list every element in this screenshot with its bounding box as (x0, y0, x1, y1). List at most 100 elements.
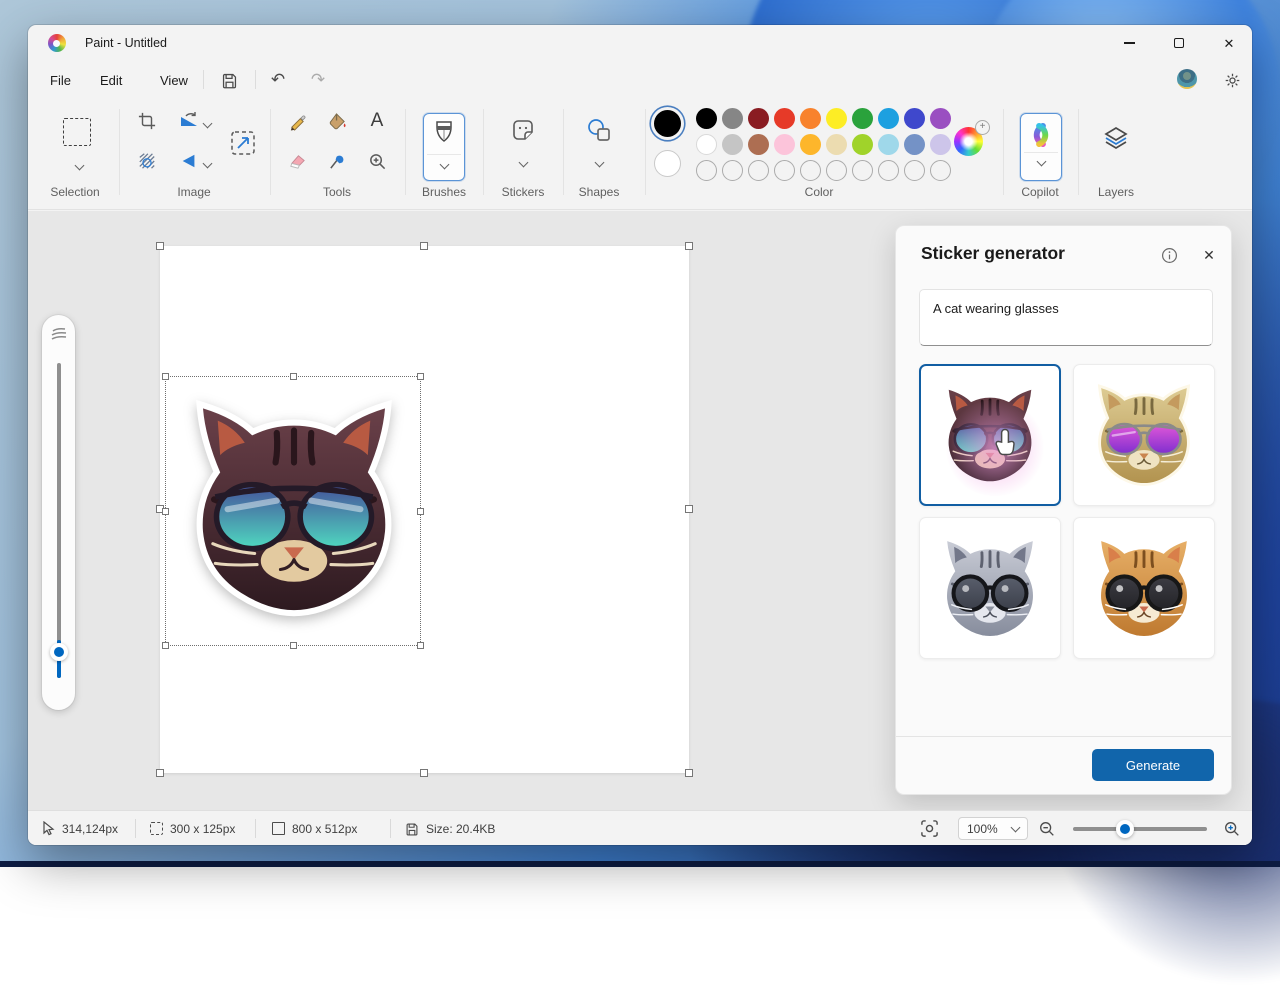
brushes-tool-selected[interactable] (423, 113, 465, 181)
layers-button[interactable] (1101, 123, 1131, 153)
selection-handle-e[interactable] (417, 508, 424, 515)
palette-swatch[interactable] (826, 108, 847, 129)
eraser-icon[interactable] (284, 148, 310, 174)
text-tool-icon[interactable]: A (364, 108, 390, 134)
rotate-chevron[interactable] (200, 110, 214, 136)
zoom-out-button[interactable] (1038, 811, 1056, 845)
prompt-input[interactable] (919, 289, 1213, 346)
redo-icon[interactable]: ↷ (305, 69, 331, 91)
palette-swatch[interactable] (930, 108, 951, 129)
palette-swatch[interactable] (774, 134, 795, 155)
sticker-selection[interactable] (165, 376, 421, 646)
palette-empty-slot[interactable] (800, 160, 821, 181)
palette-empty-slot[interactable] (904, 160, 925, 181)
canvas-cat-sticker[interactable] (171, 391, 417, 625)
selection-handle-sw[interactable] (162, 642, 169, 649)
sticker-result-4[interactable] (1073, 517, 1215, 659)
flip-chevron[interactable] (200, 150, 214, 176)
stickers-tool-icon[interactable] (508, 115, 538, 145)
palette-swatch[interactable] (904, 134, 925, 155)
palette-swatch[interactable] (852, 134, 873, 155)
info-icon[interactable] (1158, 244, 1180, 266)
canvas-handle-sw[interactable] (156, 769, 164, 777)
brushes-chevron[interactable] (439, 160, 449, 170)
canvas-handle-n[interactable] (420, 242, 428, 250)
undo-icon[interactable]: ↶ (265, 69, 291, 91)
minimize-button[interactable] (1106, 25, 1152, 61)
palette-swatch[interactable] (748, 108, 769, 129)
palette-empty-slot[interactable] (722, 160, 743, 181)
copilot-chevron[interactable] (1036, 157, 1046, 167)
fit-to-window-button[interactable] (920, 811, 939, 845)
zoom-level-dropdown[interactable]: 100% (958, 817, 1028, 840)
shapes-tool-icon[interactable] (584, 115, 614, 145)
resize-image-icon[interactable] (228, 128, 258, 158)
menu-file[interactable]: File (40, 69, 81, 91)
sticker-result-2[interactable] (1073, 364, 1215, 506)
close-button[interactable]: ✕ (1206, 25, 1252, 61)
canvas-handle-nw[interactable] (156, 242, 164, 250)
canvas-handle-e[interactable] (685, 505, 693, 513)
shapes-chevron[interactable] (592, 149, 606, 175)
menu-view[interactable]: View (150, 69, 198, 91)
account-avatar[interactable] (1177, 69, 1197, 89)
selection-handle-w[interactable] (162, 508, 169, 515)
palette-swatch[interactable] (878, 134, 899, 155)
save-icon[interactable] (216, 69, 242, 91)
palette-empty-slot[interactable] (696, 160, 717, 181)
palette-swatch[interactable] (800, 134, 821, 155)
palette-swatch[interactable] (696, 134, 717, 155)
generate-button[interactable]: Generate (1092, 749, 1214, 781)
sticker-result-1-selected[interactable] (919, 364, 1061, 506)
selection-handle-n[interactable] (290, 373, 297, 380)
stickers-chevron[interactable] (516, 149, 530, 175)
thickness-slider-thumb[interactable] (50, 643, 68, 661)
crop-icon[interactable] (134, 108, 160, 134)
palette-empty-slot[interactable] (826, 160, 847, 181)
pencil-icon[interactable] (284, 108, 310, 134)
selection-tool[interactable] (62, 117, 92, 147)
palette-swatch[interactable] (852, 108, 873, 129)
selection-handle-se[interactable] (417, 642, 424, 649)
palette-swatch[interactable] (696, 108, 717, 129)
thickness-slider-track[interactable] (57, 363, 61, 678)
zoom-slider-thumb[interactable] (1116, 820, 1134, 838)
selection-handle-s[interactable] (290, 642, 297, 649)
palette-swatch[interactable] (904, 108, 925, 129)
palette-empty-slot[interactable] (852, 160, 873, 181)
flip-icon[interactable] (176, 148, 202, 174)
palette-swatch[interactable] (774, 108, 795, 129)
palette-swatch[interactable] (930, 134, 951, 155)
palette-empty-slot[interactable] (930, 160, 951, 181)
selection-dropdown-chevron[interactable] (66, 152, 92, 178)
selection-handle-nw[interactable] (162, 373, 169, 380)
palette-swatch[interactable] (800, 108, 821, 129)
menu-edit[interactable]: Edit (90, 69, 132, 91)
magnifier-icon[interactable] (364, 148, 390, 174)
primary-color-swatch[interactable] (654, 110, 681, 137)
palette-empty-slot[interactable] (748, 160, 769, 181)
palette-swatch[interactable] (878, 108, 899, 129)
sticker-result-3[interactable] (919, 517, 1061, 659)
palette-swatch[interactable] (826, 134, 847, 155)
eyedropper-icon[interactable] (324, 148, 350, 174)
zoom-in-button[interactable] (1223, 811, 1241, 845)
palette-swatch[interactable] (722, 108, 743, 129)
palette-swatch[interactable] (722, 134, 743, 155)
panel-close-icon[interactable]: ✕ (1198, 244, 1220, 266)
secondary-color-swatch[interactable] (654, 150, 681, 177)
edit-colors-wheel[interactable] (954, 127, 983, 156)
rotate-icon[interactable] (176, 108, 202, 134)
palette-empty-slot[interactable] (774, 160, 795, 181)
palette-empty-slot[interactable] (878, 160, 899, 181)
fill-bucket-icon[interactable] (324, 108, 350, 134)
copilot-button-selected[interactable] (1020, 113, 1062, 181)
palette-swatch[interactable] (748, 134, 769, 155)
canvas-handle-se[interactable] (685, 769, 693, 777)
zoom-slider-track[interactable] (1073, 827, 1207, 831)
pattern-icon[interactable] (134, 148, 160, 174)
selection-handle-ne[interactable] (417, 373, 424, 380)
settings-gear-icon[interactable] (1221, 69, 1243, 91)
maximize-button[interactable] (1156, 25, 1202, 61)
canvas-handle-ne[interactable] (685, 242, 693, 250)
